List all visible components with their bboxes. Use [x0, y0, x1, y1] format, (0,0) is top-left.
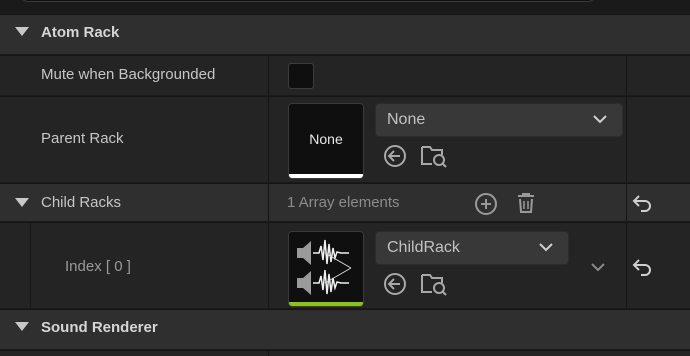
child-rack-thumbnail[interactable] [288, 231, 364, 307]
asset-type-bar [289, 174, 363, 178]
category-sound-renderer[interactable]: Sound Renderer [0, 310, 690, 350]
thumbnail-text: None [309, 131, 343, 147]
property-row-mute: Mute when Backgrounded [0, 56, 690, 96]
mute-when-backgrounded-checkbox[interactable] [288, 63, 314, 89]
parent-rack-combo[interactable]: None [375, 103, 623, 137]
use-selected-icon[interactable] [383, 272, 407, 296]
browse-asset-icon[interactable] [420, 271, 448, 297]
browse-asset-icon[interactable] [420, 143, 448, 169]
category-label: Sound Renderer [41, 319, 158, 336]
reset-to-default-icon[interactable] [632, 258, 652, 276]
search-field-edge[interactable] [20, 0, 596, 2]
category-label: Atom Rack [41, 24, 120, 41]
category-atom-rack[interactable]: Atom Rack [0, 15, 690, 55]
column-divider [626, 184, 627, 221]
top-bar [0, 0, 690, 14]
child-rack-combo[interactable]: ChildRack [375, 231, 569, 265]
expand-triangle-icon[interactable] [15, 27, 29, 36]
name-column [0, 223, 269, 308]
element-options-chevron-icon[interactable] [590, 261, 606, 273]
expand-triangle-icon[interactable] [15, 198, 29, 207]
chevron-down-icon [593, 115, 607, 124]
chevron-down-icon [539, 243, 553, 252]
array-index-label: Index [ 0 ] [65, 258, 131, 275]
column-divider [626, 223, 627, 308]
array-count: 1 Array elements [287, 194, 400, 211]
column-divider [626, 56, 627, 95]
column-divider [626, 97, 627, 182]
property-label: Mute when Backgrounded [41, 66, 216, 83]
reset-to-default-icon[interactable] [632, 194, 652, 212]
expand-triangle-icon[interactable] [15, 322, 29, 331]
column-divider [268, 351, 269, 356]
property-label: Child Racks [41, 194, 122, 211]
add-element-icon[interactable] [474, 192, 498, 216]
combo-value: None [387, 111, 426, 128]
delete-all-icon[interactable] [514, 191, 538, 215]
use-selected-icon[interactable] [383, 144, 407, 168]
asset-type-bar [289, 302, 363, 306]
parent-rack-thumbnail[interactable]: None [288, 103, 364, 179]
property-label: Parent Rack [41, 130, 124, 147]
next-row-edge [0, 351, 690, 356]
sound-waveform-icon [297, 239, 352, 295]
combo-value: ChildRack [387, 239, 460, 256]
